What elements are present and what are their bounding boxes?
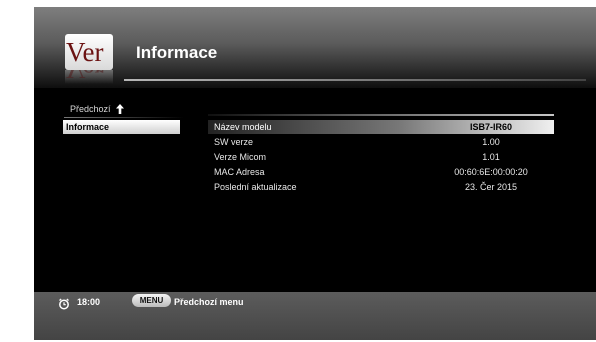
nav-item-informace[interactable]: Informace <box>63 120 180 134</box>
brand-logo: Ver <box>65 34 113 70</box>
info-label: SW verze <box>214 137 254 147</box>
info-value: 1.00 <box>482 137 500 147</box>
header-bar: Ver Ver Informace <box>34 7 596 88</box>
info-divider <box>208 114 554 116</box>
info-row-sw-version[interactable]: SW verze 1.00 <box>208 135 554 149</box>
info-value: 23. Čer 2015 <box>464 182 518 192</box>
info-row-model[interactable]: Název modelu ISB7-IR60 <box>208 120 554 134</box>
info-value: 00:60:6E:00:00:20 <box>454 167 528 177</box>
info-row-mac-address[interactable]: MAC Adresa 00:60:6E:00:00:20 <box>208 165 554 179</box>
menu-hint-label: Předchozí menu <box>174 297 244 307</box>
info-label: Název modelu <box>214 122 272 132</box>
nav-divider <box>64 117 184 118</box>
info-value: 1.01 <box>482 152 500 162</box>
info-row-micom-version[interactable]: Verze Micom 1.01 <box>208 150 554 164</box>
nav-previous[interactable]: Předchozí <box>70 104 124 114</box>
info-label: MAC Adresa <box>214 167 265 177</box>
brand-logo-reflection: Ver <box>65 70 113 84</box>
up-arrow-icon <box>115 104 124 114</box>
footer-bar <box>34 292 596 340</box>
info-label: Poslední aktualizace <box>214 182 297 192</box>
page-title: Informace <box>136 43 218 62</box>
info-label: Verze Micom <box>214 152 267 162</box>
nav-previous-label: Předchozí <box>70 104 111 114</box>
info-value: ISB7-IR60 <box>469 122 513 132</box>
clock-time: 18:00 <box>77 297 101 307</box>
menu-key-button[interactable]: MENU <box>132 294 171 307</box>
clock-icon <box>58 297 70 315</box>
info-row-last-update[interactable]: Poslední aktualizace 23. Čer 2015 <box>208 180 554 194</box>
header-divider <box>124 79 586 81</box>
tv-screen: Ver Ver Informace Předchozí Informace Ná… <box>34 7 596 340</box>
